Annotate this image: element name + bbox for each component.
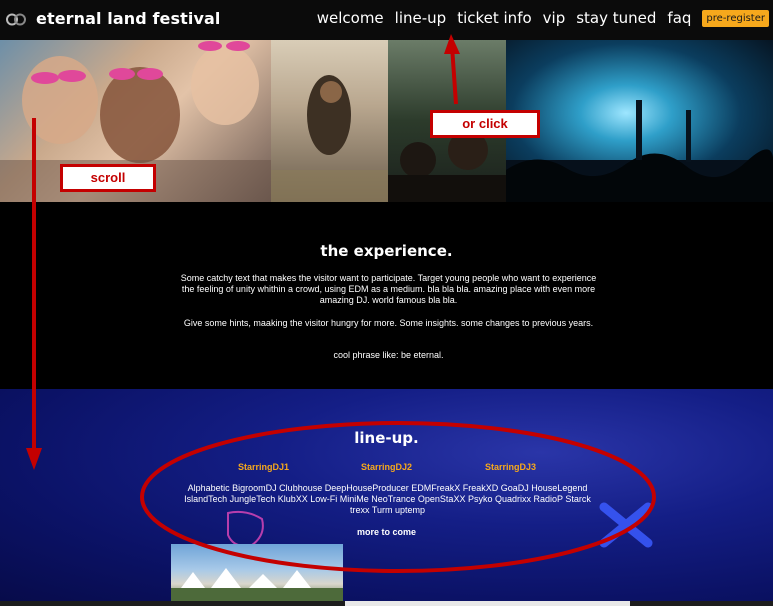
next-section-light-block [345, 601, 630, 606]
main-nav: welcome line-up ticket info vip stay tun… [317, 9, 773, 27]
experience-section: the experience. Some catchy text that ma… [0, 202, 773, 389]
pre-register-button[interactable]: pre-register [702, 9, 769, 27]
nav-faq[interactable]: faq [667, 9, 691, 27]
logo-icon[interactable] [6, 12, 26, 27]
festival-tents-photo [171, 544, 343, 601]
experience-text-1: Some catchy text that makes the visitor … [180, 273, 597, 305]
site-brand[interactable]: eternal land festival [36, 9, 220, 28]
click-annotation: or click [430, 110, 540, 138]
headliner-3[interactable]: StarringDJ3 [485, 462, 536, 472]
headliner-1[interactable]: StarringDJ1 [238, 462, 289, 472]
nav-vip[interactable]: vip [543, 9, 566, 27]
nav-stay-tuned[interactable]: stay tuned [576, 9, 656, 27]
experience-text-2: Give some hints, maaking the visitor hun… [183, 318, 594, 328]
nav-line-up[interactable]: line-up [395, 9, 447, 27]
site-header: eternal land festival welcome line-up ti… [0, 0, 773, 40]
more-to-come-text: more to come [356, 527, 416, 537]
nav-welcome[interactable]: welcome [317, 9, 384, 27]
stage-x-decoration [599, 502, 653, 548]
next-section-strip [0, 601, 773, 606]
artist-list: Alphabetic BigroomDJ Clubhouse DeepHouse… [184, 483, 591, 515]
headliner-2[interactable]: StarringDJ2 [361, 462, 412, 472]
nav-ticket-info[interactable]: ticket info [457, 9, 531, 27]
lineup-title: line-up. [354, 429, 419, 447]
scroll-annotation: scroll [60, 164, 156, 192]
experience-text-3: cool phrase like: be eternal. [333, 350, 444, 360]
hero-photo-concert [506, 40, 773, 202]
experience-title: the experience. [320, 242, 453, 260]
hero-photo-dancer [271, 40, 388, 202]
lineup-section: line-up. StarringDJ1 StarringDJ2 Starrin… [0, 389, 773, 601]
